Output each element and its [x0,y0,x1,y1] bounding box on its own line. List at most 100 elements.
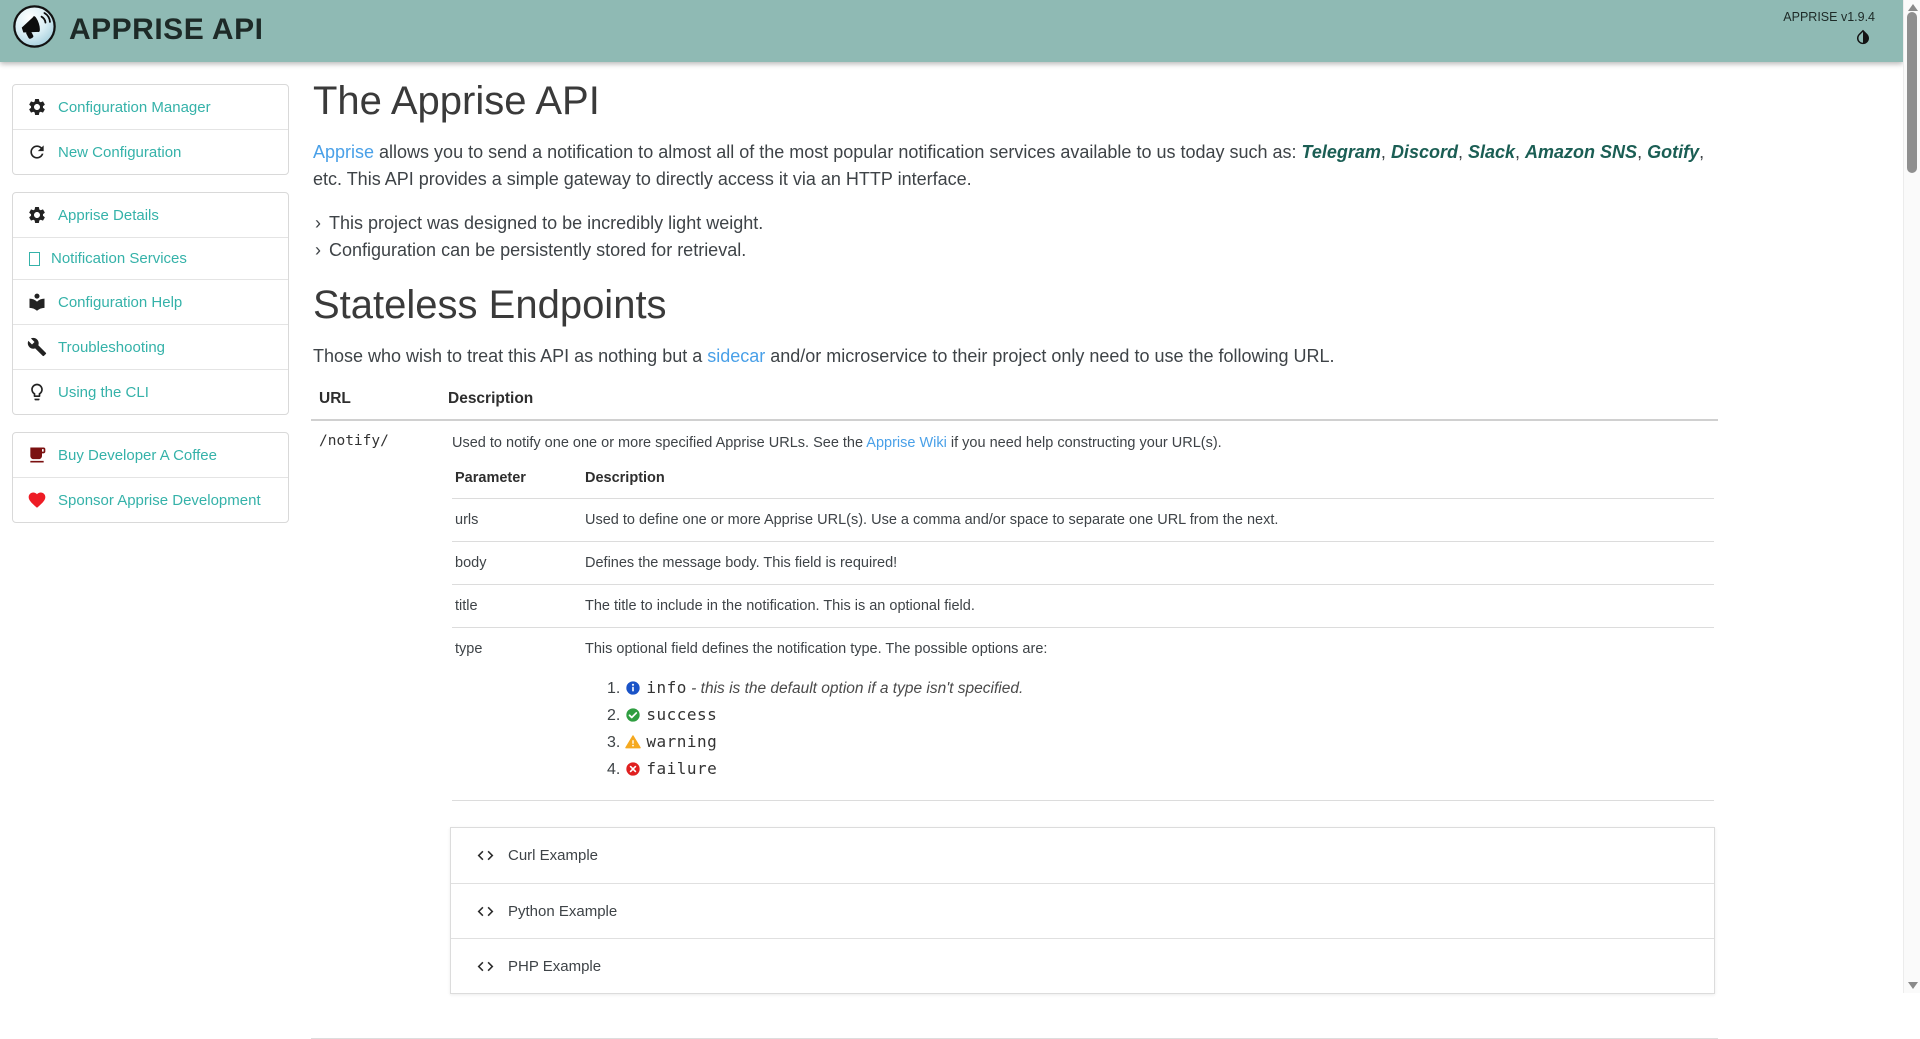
endpoint-description-cell: Used to notify one one or more specified… [440,420,1718,1039]
scroll-up-arrow-icon[interactable] [1908,4,1918,11]
sidebar-item-label: Troubleshooting [58,339,165,356]
sidebar-item-label: Notification Services [51,250,187,267]
scrollbar-thumb[interactable] [1907,12,1917,173]
list-number: 4. [607,761,620,778]
sidebar-item-using-the-cli[interactable]: Using the CLI [13,369,288,414]
sidebar-item-label: New Configuration [58,144,181,161]
separator: , [1381,142,1391,162]
sidebar-item-configuration-manager[interactable]: Configuration Manager [13,85,288,129]
sidebar-group-sponsor: Buy Developer A Coffee Sponsor Apprise D… [12,432,289,523]
sidebar-item-label: Using the CLI [58,384,149,401]
refresh-icon [27,142,47,162]
param-description: The title to include in the notification… [582,585,1714,628]
service-name: Discord [1391,142,1458,162]
param-name: urls [452,499,582,542]
contrast-icon[interactable] [1854,28,1872,46]
feature-text: This project was designed to be incredib… [329,213,763,233]
megaphone-icon [12,4,57,49]
param-name: title [452,585,582,628]
service-name: Telegram [1302,142,1381,162]
service-name: Amazon SNS [1525,142,1637,162]
table-row-urls: urls Used to define one or more Apprise … [452,499,1714,542]
list-item: ›Configuration can be persistently store… [315,237,1720,264]
sidebar-item-notification-services[interactable]: Notification Services [13,237,288,279]
stateless-text: and/or microservice to their project onl… [765,346,1334,366]
type-code: warning [646,732,717,751]
separator: , [1515,142,1525,162]
sidebar-item-troubleshooting[interactable]: Troubleshooting [13,324,288,369]
accordion-item-curl-example[interactable]: Curl Example [451,828,1714,883]
success-icon [625,707,641,723]
param-name: body [452,542,582,585]
table-row-body: body Defines the message body. This fiel… [452,542,1714,585]
accordion-item-php-example[interactable]: PHP Example [451,938,1714,993]
page-title: The Apprise API [313,78,1720,124]
failure-icon [625,761,641,777]
sidebar-item-label: Buy Developer A Coffee [58,447,217,464]
lightbulb-icon [27,382,47,402]
sidebar-item-label: Configuration Manager [58,99,211,116]
accordion-item-label: Curl Example [508,847,598,864]
table-row-title: title The title to include in the notifi… [452,585,1714,628]
param-description-cell: This optional field defines the notifica… [582,628,1714,801]
main-content: The Apprise API Apprise allows you to se… [311,62,1720,1039]
stateless-endpoints-heading: Stateless Endpoints [313,282,1720,328]
version-label: APPRISE v1.9.4 [1783,10,1875,24]
intro-paragraph: Apprise allows you to send a notificatio… [313,139,1713,193]
column-header-url: URL [311,390,440,420]
apprise-link[interactable]: Apprise [313,142,374,162]
column-header-parameter: Parameter [452,470,582,499]
sidebar-item-label: Configuration Help [58,294,182,311]
bullet-marker: › [315,213,321,233]
endpoints-table: URL Description /notify/ Used to notify … [311,390,1718,1039]
book-reader-icon [27,292,47,312]
separator: , [1458,142,1468,162]
parameters-table: Parameter Description urls Used to defin… [452,470,1714,801]
type-option-info: 1.info - this is the default option if a… [607,675,1714,702]
sidebar-item-label: Sponsor Apprise Development [58,492,261,509]
service-name: Gotify [1647,142,1699,162]
sidebar-item-buy-developer-a-coffee[interactable]: Buy Developer A Coffee [13,433,288,477]
sidebar-group-help: Apprise Details Notification Services Co… [12,192,289,415]
intro-text: allows you to send a notification to alm… [374,142,1302,162]
heart-icon [27,490,47,510]
sidebar-item-new-configuration[interactable]: New Configuration [13,129,288,174]
column-header-description: Description [440,390,1718,420]
table-row-type: type This optional field defines the not… [452,628,1714,801]
list-item: › This project was designed to be incredi… [315,210,1720,237]
param-name: type [452,628,582,801]
code-icon [476,902,495,921]
bullet-marker: › [315,240,321,260]
column-header-description: Description [582,470,1714,499]
sidecar-link[interactable]: sidecar [707,346,765,366]
notify-desc-text: if you need help constructing your URL(s… [947,435,1222,451]
apprise-wiki-link[interactable]: Apprise Wiki [866,435,947,451]
param-description: Defines the message body. This field is … [582,542,1714,585]
type-description: This optional field defines the notifica… [585,641,1047,657]
sidebar-item-apprise-details[interactable]: Apprise Details [13,193,288,237]
type-code: failure [646,759,717,778]
page-scrollbar[interactable] [1903,0,1920,993]
separator: , [1637,142,1647,162]
accordion-item-python-example[interactable]: Python Example [451,883,1714,938]
list-number: 3. [607,734,620,751]
stateless-paragraph: Those who wish to treat this API as noth… [313,343,1713,370]
type-code: success [646,705,717,724]
sidebar-item-sponsor-apprise-development[interactable]: Sponsor Apprise Development [13,477,288,522]
type-options-list: 1.info - this is the default option if a… [607,675,1714,783]
sidebar-item-configuration-help[interactable]: Configuration Help [13,279,288,324]
coffee-icon [27,445,47,465]
code-examples-accordion: Curl Example Python Example PHP Example [450,827,1715,994]
code-icon [476,846,495,865]
gear-icon [27,97,47,117]
list-number: 1. [607,680,620,697]
endpoint-url: /notify/ [311,420,440,1039]
wrench-icon [27,337,47,357]
app-header: APPRISE API APPRISE v1.9.4 [0,0,1903,62]
app-title: APPRISE API [69,13,263,47]
type-option-warning: 3. warning [607,729,1714,756]
param-description: Used to define one or more Apprise URL(s… [582,499,1714,542]
type-note: - this is the default option if a type i… [687,680,1023,697]
scroll-down-arrow-icon[interactable] [1908,982,1918,989]
sidebar: Configuration Manager New Configuration … [12,84,289,540]
